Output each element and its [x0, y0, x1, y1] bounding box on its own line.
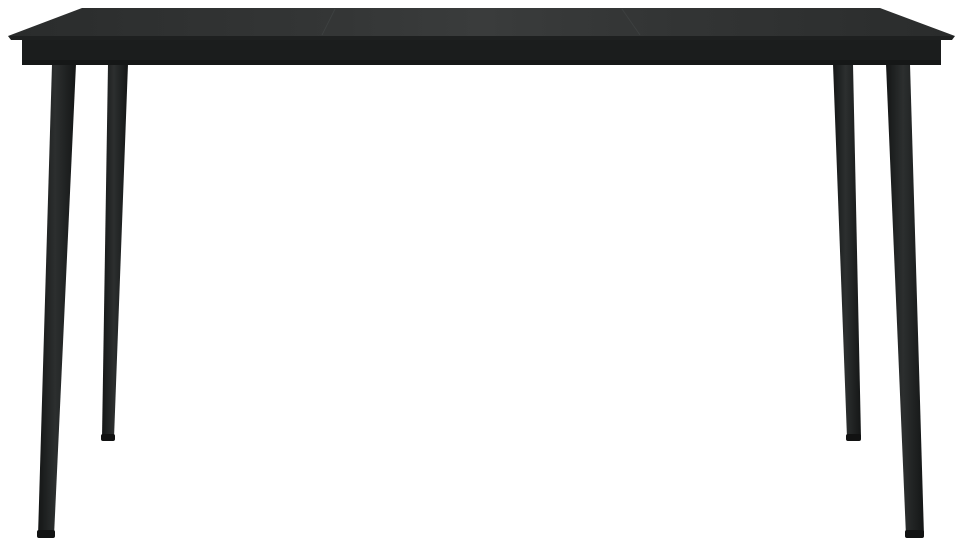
table-illustration: [8, 8, 955, 538]
foot-cap-front-right: [905, 530, 924, 538]
glass-table-top: [8, 8, 955, 36]
foot-cap-front-left: [37, 530, 55, 538]
foot-cap-back-left: [101, 434, 115, 441]
table-leg-front-left: [38, 64, 76, 536]
table-leg-front-right: [886, 64, 924, 536]
product-image: [0, 0, 963, 548]
foot-cap-back-right: [846, 434, 861, 441]
table-apron-shadow: [22, 60, 941, 65]
table-leg-back-right: [833, 64, 861, 438]
table-leg-back-left: [102, 64, 128, 438]
glass-edge: [8, 36, 955, 40]
